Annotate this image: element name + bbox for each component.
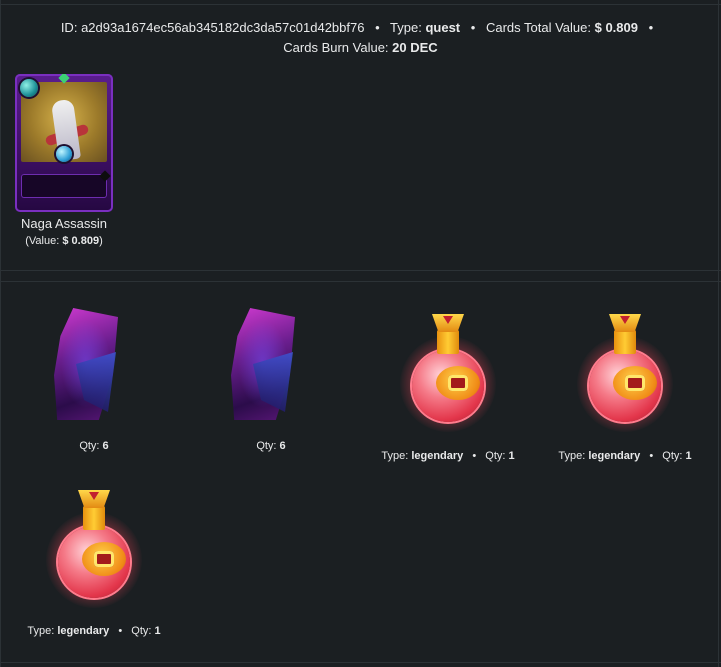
- item-caption: Type: legendary • Qty: 1: [27, 625, 161, 637]
- type-label: Type:: [381, 450, 409, 462]
- item-caption: Qty: 6: [40, 440, 148, 452]
- top-divider: [0, 4, 721, 5]
- card-image[interactable]: [15, 74, 113, 212]
- potion-mouth-icon: [625, 375, 645, 391]
- type-value: legendary: [411, 450, 464, 462]
- mana-orb-icon: [20, 79, 38, 97]
- id-label: ID:: [60, 20, 78, 35]
- card-value: (Value: $ 0.809): [0, 235, 134, 247]
- bottom-divider: [0, 662, 721, 663]
- qty-label: Qty:: [485, 450, 506, 462]
- item-caption: Type: legendary • Qty: 1: [558, 450, 692, 462]
- type-label: Type:: [558, 450, 586, 462]
- qty-label: Qty:: [662, 450, 683, 462]
- qty-label: Qty:: [131, 625, 152, 637]
- card-name: Naga Assassin: [21, 216, 107, 231]
- separator: •: [470, 20, 476, 35]
- separator: •: [648, 20, 654, 35]
- type-value: legendary: [588, 450, 641, 462]
- type-label: Type:: [390, 20, 422, 35]
- qty-value: 1: [685, 450, 692, 462]
- card-value-close: ): [99, 235, 103, 247]
- type-value: legendary: [57, 625, 110, 637]
- card-stat-band: [21, 174, 107, 198]
- qty-value: 1: [154, 625, 161, 637]
- potion-neck: [83, 506, 105, 530]
- potion-neck: [614, 330, 636, 354]
- reward-item-shard[interactable]: Qty: 6: [40, 306, 148, 456]
- qty-label: Qty:: [256, 440, 277, 452]
- qty-value: 6: [102, 440, 109, 452]
- card-value-amount: $ 0.809: [62, 235, 100, 247]
- qty-value: 1: [508, 450, 515, 462]
- burn-value: 20 DEC: [392, 40, 438, 55]
- reward-header: ID: a2d93a1674ec56ab345182dc3da57c01d42b…: [0, 18, 721, 58]
- element-orb-icon: [56, 146, 72, 162]
- section-divider: [0, 270, 721, 271]
- type-value: quest: [425, 20, 461, 35]
- qty-value: 6: [279, 440, 286, 452]
- reward-item-shard[interactable]: Qty: 6: [217, 306, 325, 456]
- reward-item-potion[interactable]: Type: legendary • Qty: 1: [22, 484, 166, 644]
- right-border: [718, 0, 719, 667]
- id-value[interactable]: a2d93a1674ec56ab345182dc3da57c01d42bbf76: [81, 20, 364, 35]
- section-divider-2: [0, 281, 721, 282]
- total-value-label: Cards Total Value:: [485, 20, 591, 35]
- left-border: [0, 0, 1, 667]
- item-caption: Type: legendary • Qty: 1: [381, 450, 515, 462]
- reward-item-potion[interactable]: Type: legendary • Qty: 1: [376, 308, 520, 468]
- qty-label: Qty:: [79, 440, 100, 452]
- potion-neck: [437, 330, 459, 354]
- burn-value-label: Cards Burn Value:: [283, 40, 389, 55]
- potion-mouth-icon: [448, 375, 468, 391]
- total-value: $ 0.809: [594, 20, 638, 35]
- card-value-label: (Value:: [25, 235, 60, 247]
- reward-item-potion[interactable]: Type: legendary • Qty: 1: [553, 308, 697, 468]
- type-label: Type:: [27, 625, 55, 637]
- separator: •: [375, 20, 380, 35]
- item-caption: Qty: 6: [217, 440, 325, 452]
- header-line-1: ID: a2d93a1674ec56ab345182dc3da57c01d42b…: [0, 18, 721, 38]
- header-line-2: Cards Burn Value: 20 DEC: [0, 38, 721, 58]
- potion-mouth-icon: [94, 551, 114, 567]
